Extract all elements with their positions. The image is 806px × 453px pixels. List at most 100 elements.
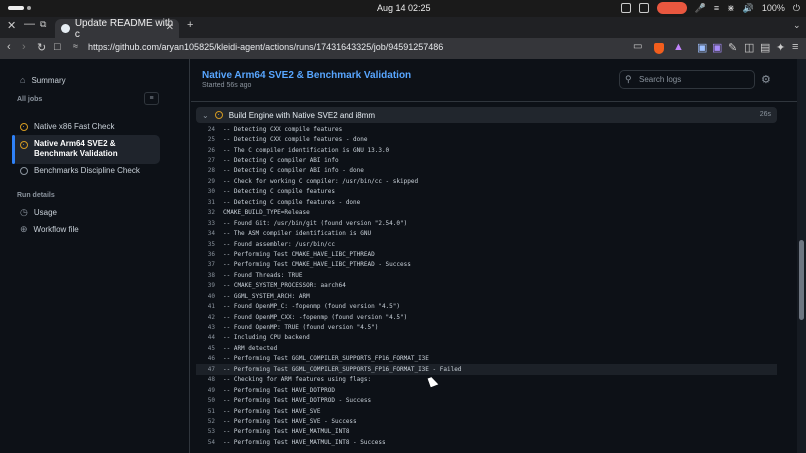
log-line[interactable]: 37 -- Performing Test CMAKE_HAVE_LIBC_PTH… xyxy=(196,260,777,270)
log-line[interactable]: 36 -- Performing Test CMAKE_HAVE_LIBC_PTH… xyxy=(196,249,777,259)
log-line[interactable]: 48 -- Checking for ARM features using fla… xyxy=(196,375,777,385)
log-line[interactable]: 53 -- Performing Test HAVE_MATMUL_INT8 xyxy=(196,427,777,437)
job-item[interactable]: Native x86 Fast Check xyxy=(20,122,114,131)
tab-list-chevron-icon[interactable]: ⌄ xyxy=(793,20,801,31)
workspace-dot[interactable] xyxy=(27,6,31,10)
reload-icon[interactable]: ↻ xyxy=(37,41,46,54)
rewards-icon[interactable]: ▲ xyxy=(673,41,684,53)
line-number[interactable]: 34 xyxy=(196,230,223,237)
line-number[interactable]: 37 xyxy=(196,261,223,268)
recording-indicator[interactable] xyxy=(656,2,687,14)
cast-icon[interactable]: ▭ xyxy=(633,41,642,52)
extensions-puzzle-icon[interactable]: ✎ xyxy=(728,41,737,54)
gear-icon[interactable]: ⚙ xyxy=(761,73,771,86)
bluetooth-icon[interactable]: ⋇ xyxy=(727,3,735,14)
line-number[interactable]: 36 xyxy=(196,251,223,258)
log-line[interactable]: 46 -- Performing Test GGML_COMPILER_SUPPO… xyxy=(196,354,777,364)
line-number[interactable]: 41 xyxy=(196,303,223,310)
line-number[interactable]: 43 xyxy=(196,324,223,331)
leo-icon[interactable]: ✦ xyxy=(776,41,785,54)
log-line[interactable]: 50 -- Performing Test HAVE_DOTPROD - Succ… xyxy=(196,395,777,405)
log-line[interactable]: 42 -- Found OpenMP_CXX: -fopenmp (found v… xyxy=(196,312,777,322)
log-line[interactable]: 32 CMAKE_BUILD_TYPE=Release xyxy=(196,208,777,218)
log-line[interactable]: 52 -- Performing Test HAVE_SVE - Success xyxy=(196,416,777,426)
volume-icon[interactable]: 🔊 xyxy=(743,3,754,14)
url-field[interactable]: https://github.com/aryan105825/kleidi-ag… xyxy=(88,42,443,52)
log-line[interactable]: 30 -- Detecting C compile features xyxy=(196,187,777,197)
line-number[interactable]: 44 xyxy=(196,334,223,341)
workspace-indicator[interactable] xyxy=(8,6,24,10)
line-number[interactable]: 54 xyxy=(196,439,223,446)
menu-icon[interactable]: ≡ xyxy=(792,41,798,53)
log-line[interactable]: 47 -- Performing Test GGML_COMPILER_SUPPO… xyxy=(196,364,777,375)
log-line[interactable]: 38 -- Found Threads: TRUE xyxy=(196,270,777,280)
restore-window-icon[interactable]: ⧉ xyxy=(40,19,46,30)
line-number[interactable]: 24 xyxy=(196,126,223,133)
line-number[interactable]: 47 xyxy=(196,366,223,373)
usage-link[interactable]: ◷ Usage xyxy=(20,207,57,218)
line-number[interactable]: 31 xyxy=(196,199,223,206)
system-clock[interactable]: Aug 14 02:25 xyxy=(377,3,431,13)
line-number[interactable]: 28 xyxy=(196,167,223,174)
line-number[interactable]: 25 xyxy=(196,136,223,143)
search-logs-input[interactable]: ⚲ Search logs xyxy=(619,70,755,89)
minimize-window-icon[interactable]: — xyxy=(24,18,35,30)
log-line[interactable]: 49 -- Performing Test HAVE_DOTPROD xyxy=(196,385,777,395)
log-line[interactable]: 44 -- Including CPU backend xyxy=(196,333,777,343)
log-line[interactable]: 45 -- ARM detected xyxy=(196,343,777,353)
log-line[interactable]: 43 -- Found OpenMP: TRUE (found version "… xyxy=(196,322,777,332)
app-icon[interactable] xyxy=(620,3,631,13)
extension-2-icon[interactable]: ▣ xyxy=(712,41,722,54)
extension-icon[interactable]: ▣ xyxy=(697,41,707,54)
log-line[interactable]: 28 -- Detecting C compiler ABI info - don… xyxy=(196,166,777,176)
line-number[interactable]: 26 xyxy=(196,147,223,154)
battery-label[interactable]: 100% xyxy=(762,3,785,13)
line-number[interactable]: 50 xyxy=(196,397,223,404)
line-number[interactable]: 42 xyxy=(196,314,223,321)
line-number[interactable]: 38 xyxy=(196,272,223,279)
log-line[interactable]: 26 -- The C compiler identification is GN… xyxy=(196,145,777,155)
filter-icon[interactable]: ≡ xyxy=(144,92,159,105)
power-icon[interactable]: ⏻ xyxy=(793,3,800,14)
log-line[interactable]: 33 -- Found Git: /usr/bin/git (found vers… xyxy=(196,218,777,228)
screenshot-icon[interactable] xyxy=(638,3,649,13)
microphone-icon[interactable]: 🎤 xyxy=(695,3,706,14)
new-tab-icon[interactable]: + xyxy=(187,19,193,31)
wallet-icon[interactable]: ▤ xyxy=(760,41,770,54)
line-number[interactable]: 27 xyxy=(196,157,223,164)
line-number[interactable]: 48 xyxy=(196,376,223,383)
close-window-icon[interactable]: ✕ xyxy=(7,19,16,32)
page-scrollbar-thumb[interactable] xyxy=(799,240,804,320)
log-line[interactable]: 27 -- Detecting C compiler ABI info xyxy=(196,155,777,165)
log-line[interactable]: 39 -- CMAKE_SYSTEM_PROCESSOR: aarch64 xyxy=(196,281,777,291)
browser-tab[interactable]: Update README with c ✕ xyxy=(55,18,179,40)
wifi-icon[interactable]: ≡ xyxy=(714,3,719,13)
log-line[interactable]: 24 -- Detecting CXX compile features xyxy=(196,124,777,134)
line-number[interactable]: 35 xyxy=(196,241,223,248)
line-number[interactable]: 30 xyxy=(196,188,223,195)
line-number[interactable]: 39 xyxy=(196,282,223,289)
job-item[interactable]: Benchmarks Discipline Check xyxy=(20,166,140,175)
job-item-active[interactable]: Native Arm64 SVE2 & Benchmark Validation xyxy=(20,139,158,159)
log-line[interactable]: 35 -- Found assembler: /usr/bin/cc xyxy=(196,239,777,249)
forward-icon[interactable]: › xyxy=(22,41,26,53)
log-line[interactable]: 40 -- GGML_SYSTEM_ARCH: ARM xyxy=(196,291,777,301)
bookmark-icon[interactable]: □ xyxy=(54,41,61,53)
site-settings-icon[interactable]: ≈ xyxy=(73,41,78,51)
log-line[interactable]: 41 -- Found OpenMP_C: -fopenmp (found ver… xyxy=(196,301,777,311)
brave-shield-icon[interactable] xyxy=(654,43,664,57)
line-number[interactable]: 53 xyxy=(196,428,223,435)
line-number[interactable]: 40 xyxy=(196,293,223,300)
log-line[interactable]: 31 -- Detecting C compile features - done xyxy=(196,197,777,207)
summary-link[interactable]: ⌂ Summary xyxy=(20,75,66,85)
sidebar-toggle-icon[interactable]: ◫ xyxy=(744,41,754,54)
log-line[interactable]: 51 -- Performing Test HAVE_SVE xyxy=(196,406,777,416)
tab-close-icon[interactable]: ✕ xyxy=(166,22,174,33)
log-line[interactable]: 25 -- Detecting CXX compile features - do… xyxy=(196,134,777,144)
chevron-down-icon[interactable]: ⌄ xyxy=(202,111,209,120)
step-header[interactable]: ⌄ Build Engine with Native SVE2 and i8mm… xyxy=(196,107,777,123)
line-number[interactable]: 29 xyxy=(196,178,223,185)
line-number[interactable]: 49 xyxy=(196,387,223,394)
log-line[interactable]: 34 -- The ASM compiler identification is … xyxy=(196,228,777,238)
back-icon[interactable]: ‹ xyxy=(7,41,11,53)
